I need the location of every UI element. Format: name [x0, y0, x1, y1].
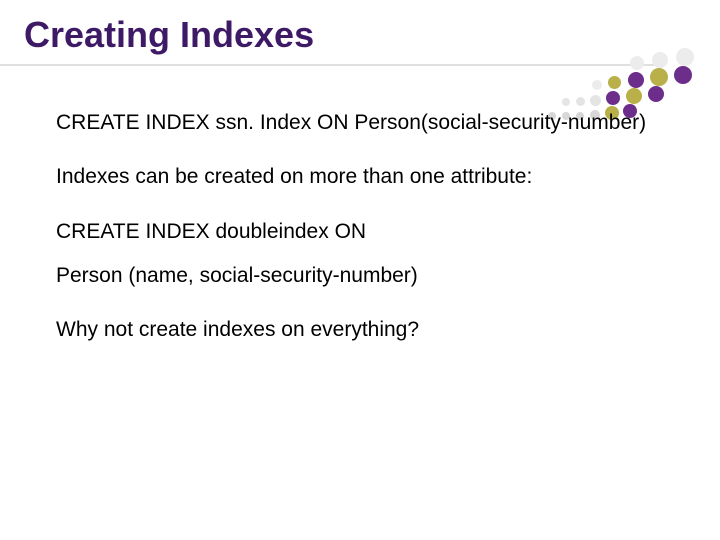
decor-dot [676, 48, 694, 66]
decor-dot [626, 88, 642, 104]
body-line-4: Person (name, social-security-number) [56, 263, 660, 289]
decor-dot [628, 72, 644, 88]
body-line-2: Indexes can be created on more than one … [56, 164, 660, 190]
slide-body: CREATE INDEX ssn. Index ON Person(social… [56, 110, 660, 371]
decor-dot [650, 68, 668, 86]
body-line-5: Why not create indexes on everything? [56, 317, 660, 343]
decor-dot [606, 91, 620, 105]
decor-dot [608, 76, 621, 89]
decor-dot [674, 66, 692, 84]
decor-dot [576, 97, 585, 106]
slide: Creating Indexes CREATE INDEX ssn. Index… [0, 0, 720, 540]
decor-dot [648, 86, 664, 102]
decor-dot [630, 56, 644, 70]
body-line-3: CREATE INDEX doubleindex ON [56, 219, 660, 245]
decor-dot [652, 52, 668, 68]
decor-dot [562, 98, 570, 106]
decor-dot [590, 95, 601, 106]
decor-dot [592, 80, 602, 90]
body-line-1: CREATE INDEX ssn. Index ON Person(social… [56, 110, 660, 136]
slide-title: Creating Indexes [24, 14, 314, 56]
